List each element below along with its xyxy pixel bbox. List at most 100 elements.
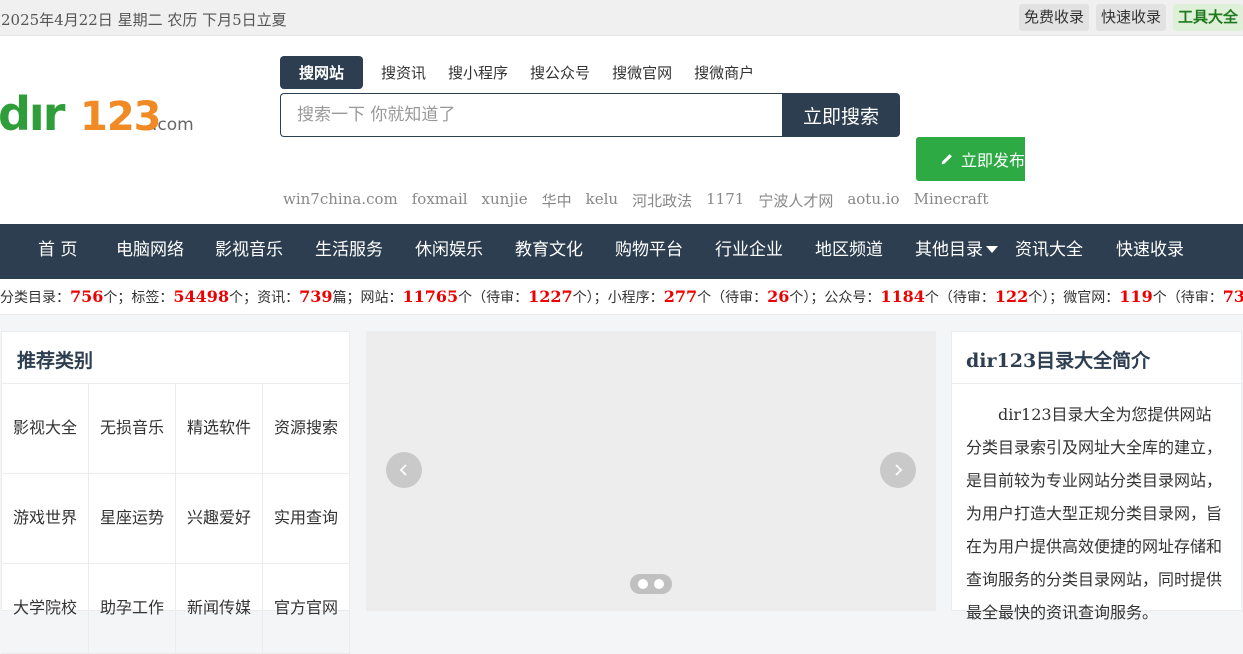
nav-film-music[interactable]: 影视音乐 (215, 224, 283, 279)
stat-unit: 个（待审： (924, 290, 995, 306)
category-link[interactable]: 大学院校 (2, 564, 89, 654)
stat-unit: 个）； (789, 290, 825, 306)
site-logo[interactable]: dır 123 .com (0, 87, 200, 141)
caret-down-icon (986, 246, 998, 253)
hot-keyword[interactable]: kelu (586, 190, 618, 211)
hot-keywords: win7china.com foxmail xunjie 华中 kelu 河北政… (283, 190, 988, 211)
tab-website[interactable]: 搜网站 (280, 56, 364, 89)
stat-label: 微官网： (1063, 290, 1120, 306)
hot-keyword[interactable]: 宁波人才网 (758, 190, 833, 211)
fast-submit-link[interactable]: 快速收录 (1095, 4, 1166, 31)
stat-label: 资讯： (257, 290, 300, 306)
stat-label: 小程序： (607, 290, 664, 306)
category-link[interactable]: 精选软件 (176, 384, 263, 474)
stat-value: 11765 (402, 287, 459, 306)
stat-unit: 个（待审： (697, 290, 768, 306)
stat-unit: 个； (103, 290, 132, 306)
tab-micro-merchant[interactable]: 搜微商户 (694, 62, 754, 83)
stat-value: 26 (767, 287, 790, 306)
hot-keyword[interactable]: 河北政法 (632, 190, 692, 211)
category-link[interactable]: 实用查询 (263, 474, 350, 564)
nav-education[interactable]: 教育文化 (515, 224, 583, 279)
stat-unit: 个； (229, 290, 258, 306)
hot-keyword[interactable]: Minecraft (914, 190, 989, 211)
nav-leisure[interactable]: 休闲娱乐 (415, 224, 483, 279)
intro-panel: dir123目录大全简介 dir123目录大全为您提供网站分类目录索引及网址大全… (951, 331, 1242, 622)
nav-region[interactable]: 地区频道 (815, 224, 883, 279)
top-bar: 2025年4月22日 星期二 农历 下月5日立夏 免费收录 快速收录 工具大全 (0, 0, 1243, 36)
hot-keyword[interactable]: aotu.io (847, 190, 899, 211)
search-input[interactable] (280, 93, 782, 137)
nav-life-services[interactable]: 生活服务 (315, 224, 383, 279)
banner-carousel (366, 331, 936, 611)
stat-value: 1227 (528, 287, 573, 306)
carousel-dot[interactable] (638, 579, 648, 589)
tab-official-account[interactable]: 搜公众号 (530, 62, 590, 83)
stat-value: 756 (70, 287, 104, 306)
nav-fast-submit[interactable]: 快速收录 (1116, 224, 1184, 279)
pencil-icon (941, 154, 952, 165)
tab-news[interactable]: 搜资讯 (381, 62, 426, 83)
stat-value: 54498 (173, 287, 230, 306)
category-link[interactable]: 影视大全 (2, 384, 89, 474)
carousel-next-button[interactable] (880, 452, 916, 488)
stat-value: 277 (663, 287, 698, 306)
carousel-pagination (630, 574, 672, 594)
svg-text:.com: .com (152, 115, 194, 134)
nav-industry[interactable]: 行业企业 (715, 224, 783, 279)
header: dır 123 .com 搜网站 搜资讯 搜小程序 搜公众号 搜微官网 搜微商户… (0, 36, 1243, 224)
svg-text:dır: dır (0, 90, 66, 134)
stat-label: 标签： (131, 290, 174, 306)
hot-keyword[interactable]: 华中 (542, 190, 572, 211)
recommend-grid: 影视大全 无损音乐 精选软件 资源搜索 游戏世界 星座运势 兴趣爱好 实用查询 … (2, 384, 350, 654)
nav-other-dropdown[interactable]: 其他目录 (915, 224, 998, 279)
chevron-left-icon (399, 464, 407, 476)
main-nav: 首 页 电脑网络 影视音乐 生活服务 休闲娱乐 教育文化 购物平台 行业企业 地… (0, 224, 1243, 279)
intro-title: dir123目录大全简介 (952, 332, 1241, 384)
stat-value: 122 (994, 287, 1029, 306)
carousel-dot[interactable] (654, 579, 664, 589)
search-box: 立即搜索 (280, 93, 900, 137)
hot-keyword[interactable]: 1171 (706, 190, 744, 211)
category-link[interactable]: 无损音乐 (89, 384, 176, 474)
nav-news[interactable]: 资讯大全 (1015, 224, 1083, 279)
category-link[interactable]: 资源搜索 (263, 384, 350, 474)
recommend-title: 推荐类别 (2, 332, 349, 384)
category-link[interactable]: 兴趣爱好 (176, 474, 263, 564)
category-link[interactable]: 官方官网 (263, 564, 350, 654)
nav-home[interactable]: 首 页 (38, 224, 77, 279)
recommend-panel: 推荐类别 影视大全 无损音乐 精选软件 资源搜索 游戏世界 星座运势 兴趣爱好 … (1, 331, 350, 654)
stat-unit: 个）； (1028, 290, 1064, 306)
publish-button[interactable]: 立即发布 (916, 137, 1025, 181)
stat-label: 公众号： (824, 290, 881, 306)
category-link[interactable]: 助孕工作 (89, 564, 176, 654)
carousel-prev-button[interactable] (386, 452, 422, 488)
stats-bar: 分类目录：756个；标签：54498个；资讯：739篇；网站：11765个（待审… (0, 279, 1243, 315)
tab-mini-program[interactable]: 搜小程序 (448, 62, 508, 83)
publish-label: 立即发布 (960, 151, 1025, 170)
stat-label: 分类目录： (0, 290, 70, 306)
nav-other-label: 其他目录 (915, 240, 983, 260)
category-link[interactable]: 新闻传媒 (176, 564, 263, 654)
tools-link[interactable]: 工具大全 (1172, 4, 1243, 31)
date-text: 2025年4月22日 星期二 农历 下月5日立夏 (1, 11, 287, 29)
free-submit-link[interactable]: 免费收录 (1018, 4, 1089, 31)
stat-value: 739 (299, 287, 333, 306)
category-link[interactable]: 星座运势 (89, 474, 176, 564)
svg-text:123: 123 (80, 94, 161, 134)
nav-computer-network[interactable]: 电脑网络 (116, 224, 184, 279)
hot-keyword[interactable]: win7china.com (283, 190, 398, 211)
chevron-right-icon (895, 464, 903, 476)
category-link[interactable]: 游戏世界 (2, 474, 89, 564)
stat-value: 1184 (880, 287, 925, 306)
hot-keyword[interactable]: xunjie (482, 190, 528, 211)
nav-shopping[interactable]: 购物平台 (615, 224, 683, 279)
tab-micro-site[interactable]: 搜微官网 (612, 62, 672, 83)
hot-keyword[interactable]: foxmail (412, 190, 468, 211)
search-tabs: 搜网站 搜资讯 搜小程序 搜公众号 搜微官网 搜微商户 (280, 56, 776, 89)
stat-unit: 个（待审： (1152, 290, 1223, 306)
stat-unit: 篇； (332, 290, 361, 306)
stat-unit: 个）； (572, 290, 608, 306)
search-button[interactable]: 立即搜索 (782, 93, 900, 137)
intro-text: dir123目录大全为您提供网站分类目录索引及网址大全库的建立，是目前较为专业网… (966, 405, 1223, 622)
